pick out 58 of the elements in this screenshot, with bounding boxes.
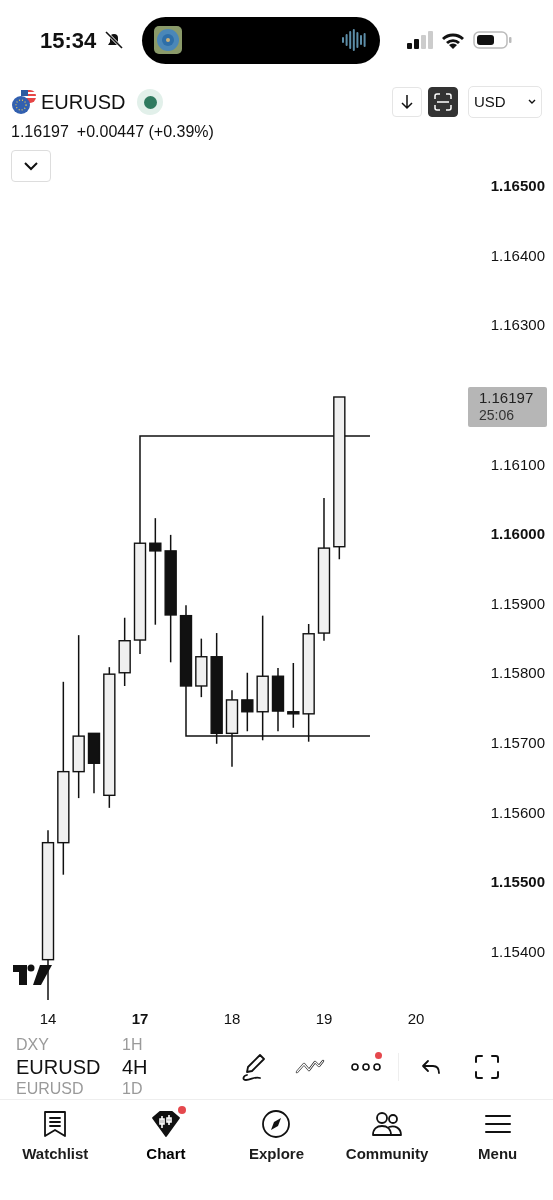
tab-bar-item[interactable]: Community: [331, 1100, 443, 1175]
bar-countdown: 25:06: [479, 407, 515, 423]
logo-icon: [13, 964, 52, 985]
candlestick: [271, 667, 285, 732]
autoscale-button[interactable]: [428, 87, 458, 117]
tab-bar-item[interactable]: Chart: [110, 1100, 222, 1175]
price-label: 1.16100: [490, 455, 545, 473]
undo-icon: [421, 1059, 441, 1075]
fullscreen-icon: [474, 1054, 500, 1080]
date-label: 18: [223, 1010, 241, 1027]
chevron-down-icon: [24, 161, 38, 171]
candlestick: [87, 732, 101, 794]
expand-button[interactable]: [11, 150, 51, 182]
date-label: 14: [39, 1010, 57, 1027]
price-label: 1.16400: [490, 246, 545, 264]
price-label: 1.16500: [490, 177, 545, 194]
battery-icon: [473, 30, 513, 50]
waveform-icon: [342, 29, 369, 51]
price-label: 1.15500: [490, 873, 545, 891]
tab-bar-item[interactable]: Watchlist: [0, 1100, 111, 1175]
symbol-name[interactable]: EURUSD: [41, 87, 126, 117]
price-label: 1.15400: [490, 943, 545, 960]
more-icon: [351, 1062, 381, 1072]
candlestick: [118, 617, 131, 687]
arrow-down-icon: [401, 94, 413, 110]
tab-bar-item[interactable]: Explore: [221, 1100, 332, 1175]
candlestick: [287, 662, 300, 729]
brush-icon: [240, 1052, 268, 1082]
fit-screen-icon: [434, 93, 452, 111]
current-price: 1.16197: [479, 389, 534, 406]
tab-bar-item[interactable]: Menu: [442, 1100, 553, 1175]
candlestick: [195, 637, 208, 698]
compass-icon: [261, 1109, 292, 1140]
symbol-option[interactable]: EURUSD: [16, 1053, 100, 1081]
price-label: 1.16300: [490, 316, 545, 334]
people-icon: [371, 1110, 404, 1139]
price-label: 1.15700: [490, 734, 545, 752]
scroll-down-button[interactable]: [392, 87, 422, 117]
last-price: 1.16197: [11, 122, 69, 142]
currency-dropdown[interactable]: USD: [468, 86, 542, 118]
clock: 15:34: [40, 26, 97, 55]
price-label: 1.15800: [490, 664, 545, 682]
date-label: 19: [315, 1010, 333, 1027]
bookmark-list-icon: [43, 1110, 68, 1139]
candlestick: [241, 672, 254, 732]
wifi-icon: [441, 31, 465, 49]
date-label: 20: [407, 1010, 425, 1027]
candles-icon: [150, 1110, 181, 1139]
caret-icon: [528, 99, 536, 105]
date-label: 17: [131, 1010, 149, 1027]
price-label: 1.15900: [490, 594, 545, 612]
signal-icon: [407, 31, 433, 49]
price-change: +0.00447 (+0.39%): [76, 122, 214, 142]
interval-option[interactable]: 4H: [122, 1053, 160, 1081]
price-label: 1.16000: [490, 525, 545, 543]
flags-icon: [11, 89, 37, 115]
menu-icon: [484, 1114, 511, 1135]
price-label: 1.15600: [490, 803, 545, 821]
